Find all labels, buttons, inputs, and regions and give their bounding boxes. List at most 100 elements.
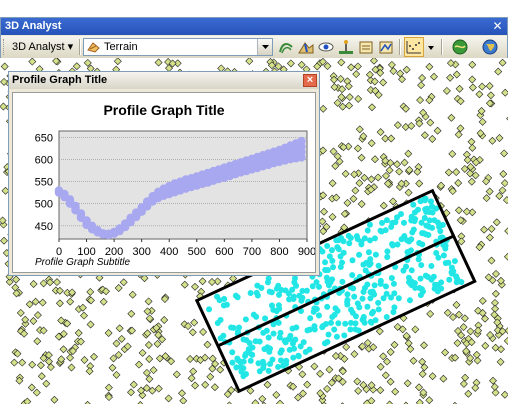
map-point xyxy=(459,323,468,332)
map-point xyxy=(468,143,477,152)
map-point xyxy=(446,73,455,82)
map-point xyxy=(415,398,424,404)
map-point xyxy=(492,218,501,227)
map-point xyxy=(420,341,428,350)
layer-dropdown-button[interactable] xyxy=(257,39,272,55)
map-point xyxy=(112,339,121,348)
map-point xyxy=(341,169,350,178)
map-point xyxy=(319,104,328,113)
map-point xyxy=(0,236,8,245)
line-of-sight-icon[interactable] xyxy=(317,38,335,56)
profile-point xyxy=(71,201,80,211)
map-point xyxy=(360,173,369,182)
map-point xyxy=(504,227,508,235)
contour-icon[interactable] xyxy=(277,38,295,56)
map-point xyxy=(353,144,362,153)
map-point xyxy=(401,123,410,131)
map-point xyxy=(485,187,494,196)
profile-graph-window: Profile Graph Title × Profile Graph Titl… xyxy=(8,71,320,276)
map-point xyxy=(345,93,354,102)
map-point xyxy=(164,394,173,403)
map-point xyxy=(485,82,494,90)
map-point xyxy=(376,128,385,137)
arcscene-icon[interactable] xyxy=(451,38,469,56)
map-point xyxy=(420,131,429,140)
map-point xyxy=(382,171,390,180)
map-point xyxy=(160,316,169,324)
map-point xyxy=(439,374,448,383)
chevron-down-icon[interactable] xyxy=(426,38,436,56)
map-point xyxy=(492,269,500,278)
map-point xyxy=(0,62,9,71)
map-point xyxy=(433,126,442,135)
interpolate-polygon-icon[interactable] xyxy=(377,38,395,56)
map-point xyxy=(198,277,207,286)
map-point xyxy=(393,160,402,169)
map-point xyxy=(328,212,337,221)
interpolate-point-icon[interactable] xyxy=(337,38,355,56)
toolbar-grip[interactable] xyxy=(3,39,6,55)
map-point xyxy=(190,318,199,327)
map-point xyxy=(153,339,162,348)
y-tick-label: 450 xyxy=(35,221,53,233)
interpolate-line-icon[interactable] xyxy=(357,38,375,56)
map-point xyxy=(444,168,453,177)
map-point xyxy=(426,309,435,318)
map-point xyxy=(417,81,426,90)
map-point xyxy=(452,300,461,309)
map-point xyxy=(263,380,272,389)
map-point xyxy=(442,86,451,95)
map-point xyxy=(129,380,138,389)
layer-select[interactable]: Terrain xyxy=(83,38,273,56)
map-point xyxy=(467,137,476,146)
map-point xyxy=(74,329,83,337)
map-point xyxy=(28,57,37,66)
close-icon[interactable]: × xyxy=(303,74,317,87)
map-point xyxy=(112,370,121,379)
map-point xyxy=(478,117,487,126)
map-point xyxy=(485,233,494,242)
map-point xyxy=(316,369,325,378)
map-point xyxy=(117,334,126,343)
map-point xyxy=(28,360,37,369)
map-point xyxy=(428,135,437,143)
map-point xyxy=(499,170,508,178)
map-point xyxy=(37,372,46,381)
map-point xyxy=(454,206,463,215)
x-tick-label: 800 xyxy=(270,246,288,258)
map-point xyxy=(495,134,504,142)
map-point xyxy=(404,188,413,197)
map-point xyxy=(425,62,434,71)
map-point xyxy=(404,149,413,158)
map-point xyxy=(55,299,64,308)
graph-window-title[interactable]: Profile Graph Title xyxy=(9,72,319,89)
map-point xyxy=(468,75,477,84)
map-point xyxy=(501,88,508,97)
map-point xyxy=(11,283,20,292)
map-point xyxy=(191,381,200,390)
close-icon[interactable]: ✕ xyxy=(491,20,504,33)
map-point xyxy=(354,94,363,103)
map-point xyxy=(144,341,153,349)
map-point xyxy=(66,353,75,362)
map-point xyxy=(128,290,137,299)
map-point xyxy=(199,328,208,336)
map-point xyxy=(385,166,394,175)
map-point xyxy=(430,72,438,81)
map-point xyxy=(186,355,195,363)
map-point xyxy=(387,134,396,143)
map-point xyxy=(272,390,281,399)
y-tick-label: 500 xyxy=(35,199,53,211)
map-point xyxy=(39,279,48,288)
arcglobe-icon[interactable] xyxy=(481,38,499,56)
map-point xyxy=(179,396,188,404)
map-point xyxy=(376,386,385,395)
map-point xyxy=(86,320,95,329)
map-point xyxy=(404,339,413,348)
map-point xyxy=(286,59,295,68)
map-point xyxy=(258,394,267,403)
map-point xyxy=(33,311,42,320)
analyst-menu[interactable]: 3D Analyst ▾ xyxy=(9,39,76,55)
profile-graph-icon[interactable] xyxy=(404,37,424,57)
steepest-path-icon[interactable] xyxy=(297,38,315,56)
